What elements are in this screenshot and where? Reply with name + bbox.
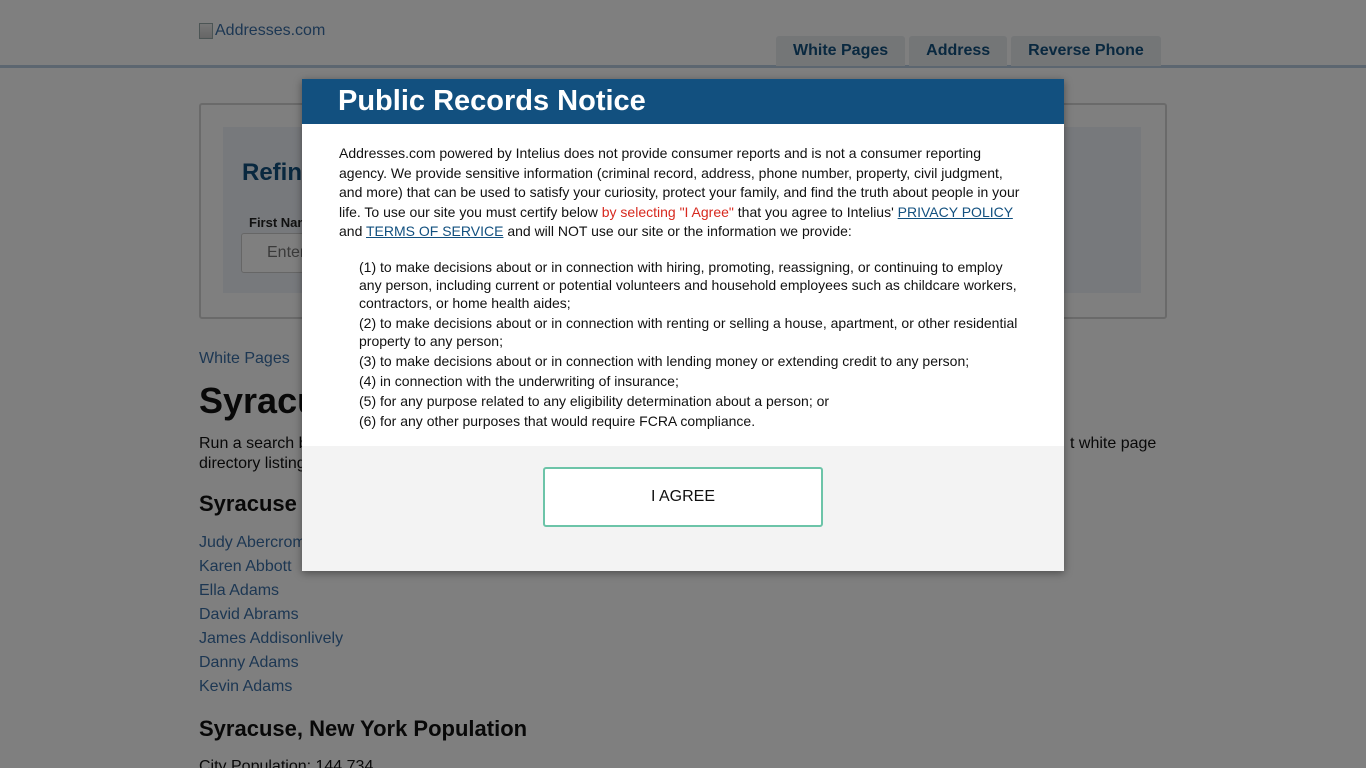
modal-body: Addresses.com powered by Intelius does n… <box>302 124 1064 430</box>
restriction-list: (1) to make decisions about or in connec… <box>339 258 1028 430</box>
i-agree-button[interactable]: I AGREE <box>543 467 823 527</box>
privacy-policy-link[interactable]: PRIVACY POLICY <box>898 204 1013 220</box>
modal-footer: I AGREE <box>302 446 1064 571</box>
list-item: (6) for any other purposes that would re… <box>359 412 756 429</box>
list-item: (3) to make decisions about or in connec… <box>359 352 970 369</box>
notice-paragraph: Addresses.com powered by Intelius does n… <box>339 145 1020 239</box>
agree-highlight: by selecting "I Agree" <box>601 203 734 220</box>
terms-of-service-link[interactable]: TERMS OF SERVICE <box>366 223 503 239</box>
modal-title: Public Records Notice <box>302 79 1064 124</box>
list-item: (5) for any purpose related to any eligi… <box>359 392 830 409</box>
public-records-modal: Public Records Notice Addresses.com powe… <box>302 79 1064 571</box>
list-item: (4) in connection with the underwriting … <box>359 372 679 389</box>
list-item: (2) to make decisions about or in connec… <box>359 314 1018 349</box>
list-item: (1) to make decisions about or in connec… <box>359 258 1017 311</box>
